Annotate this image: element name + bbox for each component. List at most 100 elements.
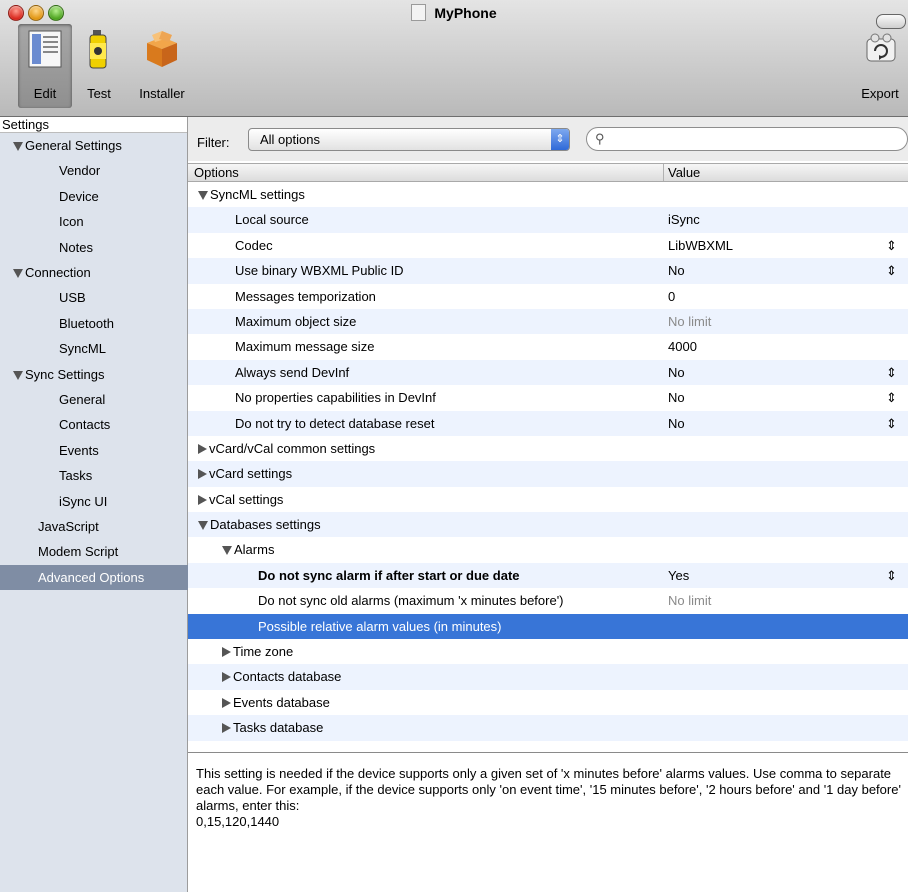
outline-row[interactable]: Events database: [188, 690, 908, 715]
toolbar-test-button[interactable]: Test: [75, 24, 123, 108]
disclosure-triangle-icon[interactable]: [198, 494, 207, 505]
sidebar-item[interactable]: General: [0, 387, 105, 412]
outline-row[interactable]: vCard settings: [188, 461, 908, 487]
sidebar-item[interactable]: Device: [0, 184, 99, 209]
sidebar-item-label: Icon: [59, 214, 84, 230]
column-options-header[interactable]: Options: [194, 164, 239, 181]
option-name: Databases settings: [198, 512, 321, 537]
option-label: Do not sync alarm if after start or due …: [258, 567, 520, 583]
column-divider[interactable]: [663, 164, 664, 181]
outline-row[interactable]: SyncML settings: [188, 182, 908, 207]
sidebar-item[interactable]: Notes: [0, 235, 93, 260]
filter-popup-value: All options: [260, 132, 320, 147]
outline-row[interactable]: Databases settings: [188, 512, 908, 538]
outline-row[interactable]: Always send DevInf No ⇕: [188, 359, 908, 386]
sidebar-item[interactable]: JavaScript: [0, 514, 99, 539]
sidebar-item[interactable]: Bluetooth: [0, 311, 114, 336]
toolbar-export-button[interactable]: Export: [852, 24, 908, 108]
sidebar-item[interactable]: Modem Script: [0, 539, 118, 564]
filter-popup[interactable]: All options ⇕: [248, 128, 570, 151]
outline-row[interactable]: Local source iSync: [188, 207, 908, 233]
option-value[interactable]: Yes: [668, 563, 689, 588]
option-value[interactable]: No: [668, 258, 685, 283]
outline-row[interactable]: Do not sync old alarms (maximum 'x minut…: [188, 588, 908, 613]
outline-row[interactable]: Contacts database: [188, 664, 908, 690]
disclosure-triangle-icon[interactable]: [13, 269, 23, 278]
toolbar-installer-label: Installer: [139, 86, 185, 101]
disclosure-triangle-icon[interactable]: [13, 370, 23, 380]
option-value[interactable]: No limit: [668, 588, 711, 613]
description-text: This setting is needed if the device sup…: [196, 766, 901, 829]
outline-row[interactable]: vCard/vCal common settings: [188, 436, 908, 461]
option-value[interactable]: No limit: [668, 309, 711, 334]
option-name: SyncML settings: [198, 182, 305, 207]
search-icon: ⚲: [595, 131, 605, 146]
sidebar-item-label: Events: [59, 442, 99, 458]
toolbar-installer-button[interactable]: Installer: [130, 24, 194, 108]
toolbar-edit-button[interactable]: Edit: [18, 24, 72, 108]
sidebar-item[interactable]: SyncML: [0, 336, 106, 361]
option-value[interactable]: LibWBXML: [668, 233, 733, 258]
disclosure-triangle-icon[interactable]: [222, 697, 231, 708]
option-value[interactable]: 0: [668, 284, 675, 309]
option-label: Maximum message size: [235, 339, 375, 355]
outline-row[interactable]: Do not sync alarm if after start or due …: [188, 562, 908, 589]
option-value[interactable]: 4000: [668, 334, 697, 359]
sidebar-item[interactable]: Vendor: [0, 158, 100, 183]
sidebar-item[interactable]: Icon: [0, 209, 84, 234]
sidebar-item[interactable]: General Settings: [0, 133, 122, 158]
disclosure-triangle-icon[interactable]: [222, 723, 231, 734]
up-down-arrows-icon[interactable]: ⇕: [886, 360, 897, 385]
app-window: MyPhone Edit Test Installer Export Setti…: [0, 0, 908, 892]
sidebar-item[interactable]: Events: [0, 438, 99, 463]
outline-row[interactable]: Tasks database: [188, 715, 908, 741]
disclosure-triangle-icon[interactable]: [198, 443, 207, 454]
outline-row[interactable]: Use binary WBXML Public ID No ⇕: [188, 258, 908, 284]
outline-row[interactable]: Alarms: [188, 537, 908, 562]
disclosure-triangle-icon[interactable]: [198, 521, 208, 531]
option-value[interactable]: No: [668, 411, 685, 436]
outline-row[interactable]: Codec LibWBXML ⇕: [188, 233, 908, 258]
sidebar-item[interactable]: Contacts: [0, 412, 110, 437]
up-down-arrows-icon[interactable]: ⇕: [886, 385, 897, 410]
search-field[interactable]: ⚲: [586, 127, 908, 151]
sidebar-item[interactable]: USB: [0, 285, 86, 310]
option-label: Always send DevInf: [235, 364, 350, 380]
outline-row[interactable]: Messages temporization 0: [188, 284, 908, 309]
column-value-header[interactable]: Value: [668, 164, 700, 181]
up-down-arrows-icon[interactable]: ⇕: [886, 258, 897, 283]
outline-row[interactable]: Maximum message size 4000: [188, 334, 908, 359]
toolbar-test-label: Test: [87, 86, 111, 101]
outline-row[interactable]: Possible relative alarm values (in minut…: [188, 613, 908, 640]
title-toolbar: MyPhone Edit Test Installer Export: [0, 0, 908, 117]
option-value[interactable]: iSync: [668, 207, 700, 232]
option-name: Do not sync old alarms (maximum 'x minut…: [258, 588, 564, 613]
outline-row[interactable]: Maximum object size No limit: [188, 308, 908, 335]
sidebar-item[interactable]: Sync Settings: [0, 362, 105, 387]
disclosure-triangle-icon[interactable]: [222, 672, 231, 683]
sidebar-header: Settings: [0, 117, 187, 133]
option-label: No properties capabilities in DevInf: [235, 390, 436, 406]
disclosure-triangle-icon[interactable]: [198, 469, 207, 480]
document-proxy-icon[interactable]: [411, 4, 427, 21]
outline-row[interactable]: Time zone: [188, 639, 908, 664]
up-down-arrows-icon[interactable]: ⇕: [886, 563, 897, 588]
sidebar-item[interactable]: Tasks: [0, 463, 92, 488]
sidebar-item[interactable]: Connection: [0, 260, 91, 285]
sidebar-item-label: Advanced Options: [38, 569, 145, 585]
disclosure-triangle-icon[interactable]: [198, 191, 208, 200]
up-down-arrows-icon[interactable]: ⇕: [886, 411, 897, 436]
disclosure-triangle-icon[interactable]: [222, 546, 232, 556]
outline-row[interactable]: Do not try to detect database reset No ⇕: [188, 410, 908, 436]
option-label: Alarms: [234, 542, 275, 558]
disclosure-triangle-icon[interactable]: [13, 142, 23, 151]
table-header: Options Value: [188, 163, 908, 182]
filter-label: Filter:: [197, 135, 230, 150]
option-value[interactable]: No: [668, 360, 685, 385]
outline-row[interactable]: vCal settings: [188, 487, 908, 512]
up-down-arrows-icon[interactable]: ⇕: [886, 233, 897, 258]
sidebar-item[interactable]: iSync UI: [0, 489, 107, 514]
option-value[interactable]: No: [668, 385, 685, 410]
outline-row[interactable]: No properties capabilities in DevInf No ⇕: [188, 385, 908, 410]
disclosure-triangle-icon[interactable]: [222, 647, 231, 658]
